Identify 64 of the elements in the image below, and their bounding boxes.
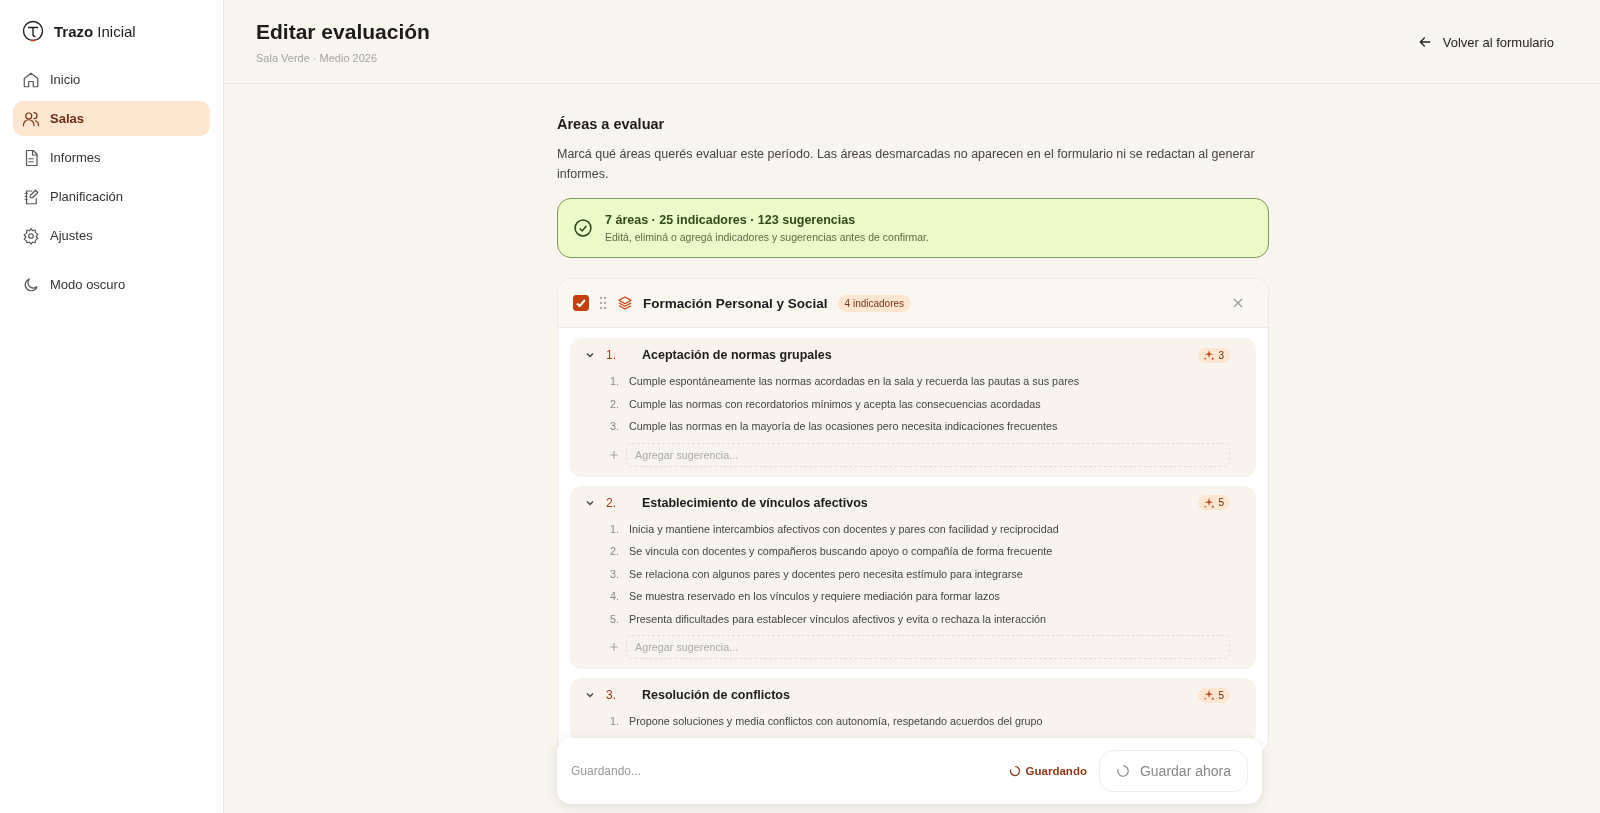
- section-description: Marcá qué áreas querés evaluar este período. Las áreas desmarcadas no aparecen en el formulario ni se redactan al generar informes.: [557, 146, 1256, 183]
- nav-item[interactable]: Inicio: [13, 62, 210, 97]
- indicator-number: 1.: [606, 348, 617, 362]
- page-subtitle: Sala Verde · Medio 2026: [256, 52, 379, 64]
- suggestion-number: 3.: [610, 567, 620, 580]
- indicator-title: Aceptación de normas grupales: [642, 348, 832, 362]
- area-title: Formación Personal y Social: [643, 295, 828, 311]
- suggestion-text: Se relaciona con algunos pares y docentes pero necesita estímulo para integrarse: [629, 567, 1023, 580]
- suggestion-text: Cumple las normas en la mayoría de las ocasiones pero necesita indicaciones frecuentes: [629, 420, 1058, 433]
- drag-handle-icon[interactable]: [599, 296, 607, 310]
- sparkle-icon: [1204, 497, 1215, 508]
- page-title: Editar evaluación: [256, 20, 430, 44]
- suggestion-number: 4.: [610, 590, 620, 603]
- suggestion-text: Se vincula con docentes y compañeros buscando apoyo o compañía de forma frecuente: [629, 545, 1053, 558]
- suggestion-text: Cumple espontáneamente las normas acordadas en la sala y recuerda las pautas a sus pares: [629, 375, 1080, 388]
- plus-icon: [610, 643, 618, 651]
- dark-mode-toggle[interactable]: Modo oscuro: [13, 267, 210, 302]
- plus-icon: [610, 450, 618, 459]
- indicator-count-badge: 4 indicadores: [837, 294, 912, 312]
- saving-label: Guardando: [1025, 765, 1087, 777]
- save-status: Guardando...: [571, 764, 642, 778]
- suggestion-number: 5.: [610, 612, 620, 625]
- suggestion-text: Se muestra reservado en los vínculos y requiere mediación para formar lazos: [629, 590, 1000, 603]
- spinner-icon: [1008, 765, 1021, 777]
- logo-icon: [22, 20, 44, 42]
- layers-icon: [617, 295, 633, 311]
- suggestion-number: 1.: [610, 375, 620, 388]
- summary-subtitle: Editá, eliminá o agregá indicadores y sugerencias antes de confirmar.: [605, 231, 929, 243]
- suggestion-number: 3.: [610, 420, 620, 433]
- suggestion-text: Propone soluciones y media conflictos con autonomía, respetando acuerdos del grupo: [629, 715, 1043, 728]
- nav-item[interactable]: Informes: [13, 140, 210, 175]
- area-checkbox[interactable]: [573, 295, 589, 311]
- suggestion-count: 5: [1218, 497, 1224, 508]
- suggestion-number: 2.: [610, 545, 620, 558]
- sparkle-icon: [1204, 690, 1215, 700]
- section-title: Áreas a evaluar: [557, 116, 666, 132]
- settings-icon: [22, 226, 40, 245]
- nav-item[interactable]: Salas: [13, 101, 210, 136]
- summary-title: 7 áreas · 25 indicadores · 123 sugerencias: [605, 213, 857, 227]
- suggestion-text: Cumple las normas con recordatorios mínimos y acepta las consecuencias acordadas: [629, 397, 1041, 410]
- close-icon[interactable]: [1232, 297, 1244, 309]
- suggestion-count: 5: [1218, 689, 1224, 701]
- home-icon: [22, 70, 40, 89]
- indicator-title: Establecimiento de vínculos afectivos: [642, 495, 868, 510]
- back-link[interactable]: Volver al formulario: [1416, 34, 1554, 50]
- indicator-number: 2.: [606, 495, 617, 510]
- spinner-icon: [1115, 764, 1130, 778]
- suggestion-number: 1.: [610, 522, 620, 535]
- sparkle-icon: [1204, 350, 1215, 360]
- add-suggestion-field[interactable]: Agregar sugerencia...: [626, 442, 1230, 467]
- suggestion-text: Inicia y mantiene intercambios afectivos con docentes y pares con facilidad y reciprocidad: [629, 522, 1059, 535]
- users-icon: [22, 109, 40, 128]
- suggestion-number: 1.: [610, 715, 620, 728]
- suggestion-number: 2.: [610, 397, 620, 410]
- check-circle-icon: [573, 218, 593, 238]
- app-name: Trazo Inicial: [54, 22, 136, 40]
- add-suggestion-field[interactable]: Agregar sugerencia...: [626, 635, 1230, 659]
- suggestion-text: Presenta dificultades para establecer vínculos afectivos y evita o rechaza la interacción: [629, 612, 1047, 625]
- indicator-title: Resolución de conflictos: [642, 688, 790, 702]
- suggestion-count: 3: [1218, 349, 1224, 361]
- notebook-icon: [22, 187, 40, 206]
- indicator-number: 3.: [606, 688, 617, 702]
- nav-item[interactable]: Planificación: [13, 179, 210, 214]
- nav-item[interactable]: Ajustes: [13, 218, 210, 253]
